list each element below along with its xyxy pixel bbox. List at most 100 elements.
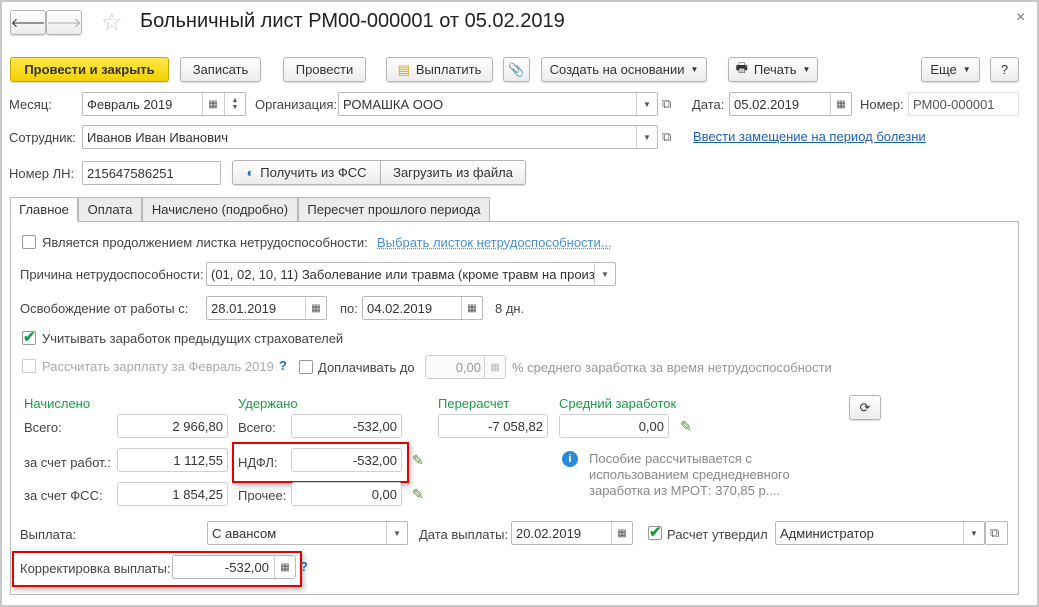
info-icon: i	[562, 451, 578, 467]
tab-accrued-detail[interactable]: Начислено (подробно)	[142, 197, 298, 222]
create-based-on-button[interactable]: Создать на основании ▼	[541, 57, 707, 82]
release-from-value: 28.01.2019	[211, 300, 277, 316]
dropdown-icon[interactable]: ▼	[386, 522, 407, 544]
info-text: Пособие рассчитывается с использованием с…	[589, 451, 790, 499]
accrued-fss-field: 1 854,25	[117, 482, 228, 506]
approved-checkbox[interactable]	[648, 523, 662, 541]
pay-date-value: 20.02.2019	[516, 525, 582, 541]
calendar-icon[interactable]: ▦	[305, 297, 326, 319]
back-button[interactable]: 🡐	[10, 10, 46, 35]
calculator-icon[interactable]: ▦	[274, 556, 295, 578]
tab-main[interactable]: Главное	[10, 197, 78, 222]
calendar-icon[interactable]: ▦	[611, 522, 632, 544]
topup-value: 0,00	[455, 359, 481, 375]
help-button[interactable]: ?	[990, 57, 1019, 82]
topup-checkbox[interactable]	[299, 360, 313, 374]
number-input[interactable]: РМ00-000001	[908, 92, 1019, 116]
post-button[interactable]: Провести	[283, 57, 366, 82]
payment-label: Выплата:	[20, 527, 77, 542]
calendar-icon[interactable]: ▦	[202, 93, 223, 115]
organization-select[interactable]: РОМАШКА ООО ▼	[338, 92, 658, 116]
dropdown-icon[interactable]: ▼	[963, 522, 984, 544]
spinner-icon[interactable]: ▲ ▼	[224, 93, 245, 115]
arrow-right-icon: 🡒	[46, 14, 82, 30]
favorite-star-icon[interactable]: ☆	[101, 8, 123, 37]
payment-select[interactable]: С авансом ▼	[207, 521, 408, 545]
date-input[interactable]: 05.02.2019 ▦	[729, 92, 852, 116]
approved-label: Расчет утвердил	[667, 527, 768, 542]
continuation-checkbox[interactable]	[22, 235, 36, 249]
prev-insurers-checkbox[interactable]	[22, 328, 36, 346]
forward-button[interactable]: 🡒	[46, 10, 82, 35]
recalc-field: -7 058,82	[438, 414, 548, 438]
reason-value: (01, 02, 10, 11) Заболевание или травма …	[211, 266, 594, 282]
topup-input[interactable]: 0,00 ▦	[425, 355, 506, 379]
dropdown-icon[interactable]: ▼	[636, 93, 657, 115]
close-icon[interactable]: ×	[1016, 9, 1025, 27]
employee-select[interactable]: Иванов Иван Иванович ▼	[82, 125, 658, 149]
payment-value: С авансом	[212, 525, 277, 541]
info-line: Пособие рассчитывается с	[589, 451, 752, 466]
pay-date-label: Дата выплаты:	[419, 527, 509, 542]
other-label: Прочее:	[238, 488, 287, 503]
open-icon[interactable]: ⧉	[985, 521, 1008, 545]
ln-number-input[interactable]: 215647586251	[82, 161, 221, 185]
help-icon[interactable]: ?	[300, 559, 308, 574]
month-value: Февраль 2019	[87, 96, 173, 112]
number-label: Номер:	[860, 97, 904, 112]
reason-select[interactable]: (01, 02, 10, 11) Заболевание или травма …	[206, 262, 616, 286]
organization-value: РОМАШКА ООО	[343, 96, 444, 112]
print-label: Печать	[753, 62, 797, 77]
release-label: Освобождение от работы с:	[20, 301, 189, 316]
calculator-icon[interactable]: ▦	[484, 356, 505, 378]
open-icon[interactable]: ⧉	[662, 96, 671, 112]
days-count: 8 дн.	[495, 301, 525, 316]
chevron-down-icon: ▼	[690, 65, 699, 74]
pay-button[interactable]: ▤ Выплатить	[386, 57, 493, 82]
accrued-total-field: 2 966,80	[117, 414, 228, 438]
calendar-icon[interactable]: ▦	[830, 93, 851, 115]
withheld-total-field: -532,00	[291, 414, 402, 438]
printer-icon: 🖶	[735, 59, 748, 75]
load-from-file-button[interactable]: Загрузить из файла	[380, 160, 526, 185]
edit-ndfl-pencil-icon[interactable]: ✎	[412, 452, 424, 469]
calendar-icon[interactable]: ▦	[461, 297, 482, 319]
approved-by-value: Администратор	[780, 525, 874, 541]
more-button[interactable]: Еще ▼	[921, 57, 980, 82]
reason-label: Причина нетрудоспособности:	[20, 267, 204, 282]
correction-input[interactable]: -532,00 ▦	[172, 555, 296, 579]
edit-avg-pencil-icon[interactable]: ✎	[680, 418, 692, 435]
dropdown-icon[interactable]: ▼	[594, 263, 615, 285]
calc-salary-label: Рассчитать зарплату за Февраль 2019	[42, 359, 274, 374]
get-from-fss-button[interactable]: ◐ Получить из ФСС	[232, 160, 381, 185]
withheld-total-label: Всего:	[238, 420, 276, 435]
info-line: использованием среднедневного	[589, 467, 790, 482]
organization-label: Организация:	[255, 97, 338, 112]
select-sheet-link[interactable]: Выбрать листок нетрудоспособности...	[377, 235, 612, 250]
edit-other-pencil-icon[interactable]: ✎	[412, 486, 424, 503]
refresh-button[interactable]: ⟳	[849, 395, 881, 420]
pay-date-input[interactable]: 20.02.2019 ▦	[511, 521, 633, 545]
attach-button[interactable]: 📎	[503, 57, 530, 82]
accrued-fss-label: за счет ФСС:	[24, 488, 103, 503]
tab-recalc-prev-period[interactable]: Пересчет прошлого периода	[298, 197, 490, 222]
correction-value: -532,00	[224, 559, 269, 575]
release-from-input[interactable]: 28.01.2019 ▦	[206, 296, 327, 320]
paperclip-icon: 📎	[508, 61, 525, 77]
help-icon[interactable]: ?	[279, 358, 287, 373]
replacement-link[interactable]: Ввести замещение на период болезни	[693, 129, 926, 144]
open-icon[interactable]: ⧉	[662, 129, 671, 145]
chevron-down-icon: ▼	[962, 65, 971, 74]
withheld-heading: Удержано	[238, 396, 298, 411]
dropdown-icon[interactable]: ▼	[636, 126, 657, 148]
release-to-input[interactable]: 04.02.2019 ▦	[362, 296, 483, 320]
month-input[interactable]: Февраль 2019 ▦ ▲ ▼	[82, 92, 246, 116]
print-button[interactable]: 🖶 Печать ▼	[728, 57, 818, 82]
save-button[interactable]: Записать	[180, 57, 261, 82]
date-label: Дата:	[692, 97, 725, 112]
tab-payment[interactable]: Оплата	[78, 197, 142, 222]
post-and-close-button[interactable]: Провести и закрыть	[10, 57, 169, 82]
approved-by-select[interactable]: Администратор ▼	[775, 521, 985, 545]
calc-salary-checkbox[interactable]	[22, 359, 36, 373]
pay-label: Выплатить	[415, 62, 482, 77]
